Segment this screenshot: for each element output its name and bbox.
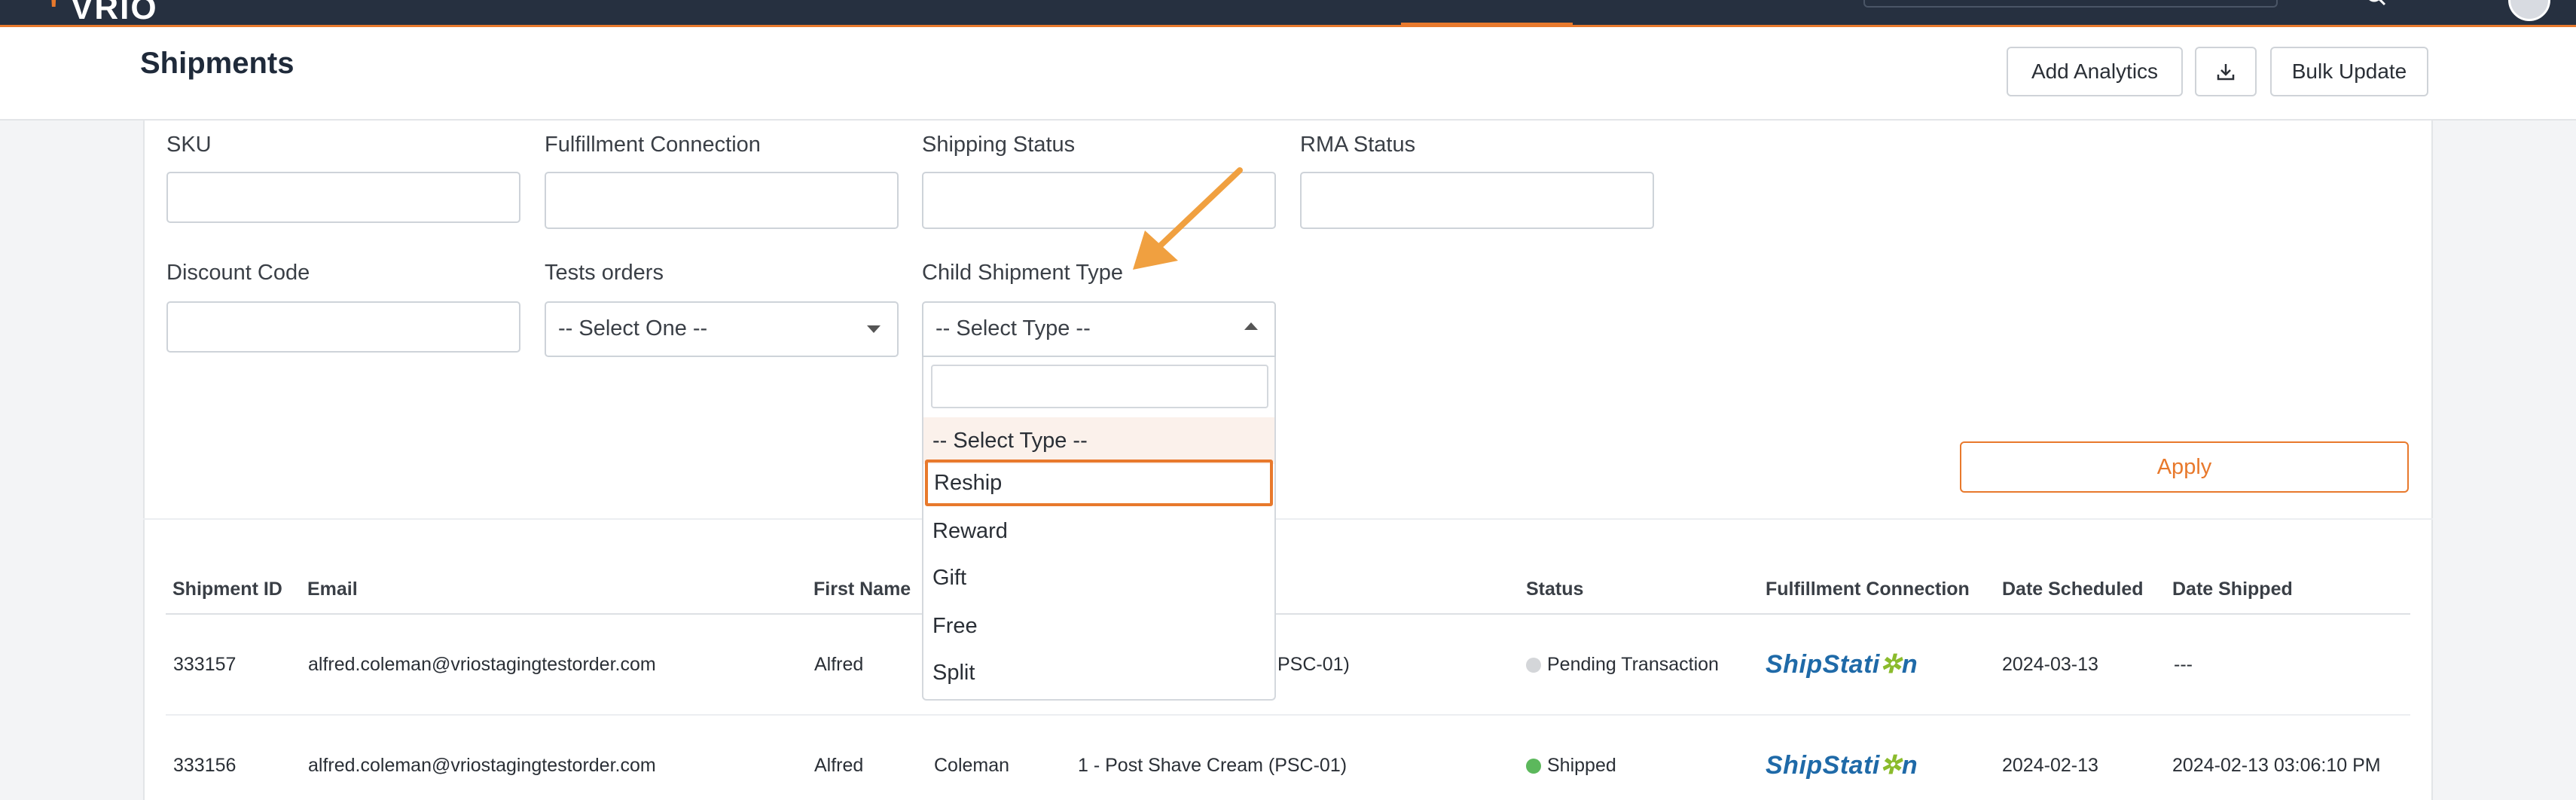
- discount-code-label: Discount Code: [166, 261, 310, 285]
- chevron-down-icon: [867, 325, 881, 333]
- column-header-date-scheduled[interactable]: Date Scheduled: [2002, 579, 2144, 600]
- status-text: Shipped: [1547, 755, 1616, 776]
- first-name-cell: Alfred: [814, 755, 864, 776]
- email-cell: alfred.coleman@vriostagingtestorder.com: [308, 654, 656, 675]
- row-divider: [166, 714, 2410, 716]
- status-dot-icon: [1526, 658, 1541, 673]
- download-button[interactable]: [2195, 47, 2257, 96]
- dropdown-option-reship[interactable]: Reship: [925, 460, 1273, 506]
- date-shipped-cell: ---: [2174, 654, 2193, 675]
- dropdown-option[interactable]: Reward: [923, 508, 1274, 554]
- chevron-up-icon: [1244, 322, 1258, 330]
- download-icon: [2217, 64, 2235, 81]
- global-search-input[interactable]: [1863, 0, 2278, 8]
- section-divider: [143, 518, 2433, 520]
- add-analytics-button[interactable]: Add Analytics: [2007, 47, 2183, 96]
- tests-orders-select[interactable]: -- Select One --: [545, 301, 899, 357]
- status-dot-icon: [1526, 759, 1541, 774]
- discount-code-input[interactable]: [166, 301, 520, 353]
- fulfillment-connection-select[interactable]: [545, 172, 899, 229]
- status-text: Pending Transaction: [1547, 654, 1719, 675]
- child-shipment-type-value: -- Select Type --: [935, 316, 1091, 340]
- column-header-date-shipped[interactable]: Date Shipped: [2172, 579, 2293, 600]
- annotation-arrow-icon: [1133, 167, 1243, 270]
- dropdown-option[interactable]: Free: [923, 603, 1274, 649]
- child-shipment-type-select[interactable]: -- Select Type --: [922, 301, 1276, 357]
- shipstation-logo: ShipStati✲n: [1766, 650, 1918, 679]
- apply-button[interactable]: Apply: [1960, 441, 2409, 493]
- dropdown-search-input[interactable]: [931, 365, 1268, 408]
- date-scheduled-cell: 2024-02-13: [2002, 755, 2098, 776]
- sku-input[interactable]: [166, 172, 520, 223]
- date-shipped-cell: 2024-02-13 03:06:10 PM: [2172, 755, 2381, 776]
- column-header-first-name[interactable]: First Name: [813, 579, 911, 600]
- email-cell: alfred.coleman@vriostagingtestorder.com: [308, 755, 656, 776]
- fulfillment-connection-label: Fulfillment Connection: [545, 133, 761, 157]
- product-cell: PSC-01): [1277, 654, 1350, 675]
- column-header-fulfillment-connection[interactable]: Fulfillment Connection: [1766, 579, 1970, 600]
- product-cell: 1 - Post Shave Cream (PSC-01): [1078, 755, 1348, 776]
- rma-status-label: RMA Status: [1300, 133, 1416, 157]
- shipstation-logo: ShipStati✲n: [1766, 751, 1918, 780]
- dropdown-option[interactable]: Split: [923, 649, 1274, 696]
- column-header-shipment-id[interactable]: Shipment ID: [172, 579, 282, 600]
- status-cell: Pending Transaction: [1526, 654, 1719, 676]
- dropdown-option[interactable]: Gift: [923, 554, 1274, 601]
- column-header-email[interactable]: Email: [307, 579, 358, 600]
- shipping-status-label: Shipping Status: [922, 133, 1076, 157]
- page-header: Shipments Add Analytics Bulk Update: [0, 27, 2576, 121]
- app-logo[interactable]: ' VRIO: [50, 0, 158, 29]
- rma-status-select[interactable]: [1300, 172, 1654, 229]
- page-title: Shipments: [140, 47, 295, 80]
- shipment-id-cell[interactable]: 333156: [173, 755, 236, 777]
- sku-label: SKU: [166, 133, 212, 157]
- dropdown-option[interactable]: -- Select Type --: [923, 417, 1274, 464]
- first-name-cell: Alfred: [814, 654, 864, 675]
- table-header-divider: [166, 613, 2410, 615]
- tests-orders-value: -- Select One --: [558, 316, 708, 340]
- date-scheduled-cell: 2024-03-13: [2002, 654, 2098, 675]
- top-nav: ' VRIO: [0, 0, 2576, 29]
- tests-orders-label: Tests orders: [545, 261, 664, 285]
- column-header-status[interactable]: Status: [1526, 579, 1583, 600]
- child-shipment-type-dropdown: -- Select Type -- Reship Reward Gift Fre…: [922, 357, 1276, 701]
- bulk-update-button[interactable]: Bulk Update: [2270, 47, 2428, 96]
- shipment-id-cell[interactable]: 333157: [173, 654, 236, 676]
- search-icon[interactable]: [2365, 0, 2388, 12]
- last-name-cell: Coleman: [934, 755, 1010, 776]
- child-shipment-type-label: Child Shipment Type: [922, 261, 1124, 285]
- avatar[interactable]: [2508, 0, 2550, 21]
- status-cell: Shipped: [1526, 755, 1616, 777]
